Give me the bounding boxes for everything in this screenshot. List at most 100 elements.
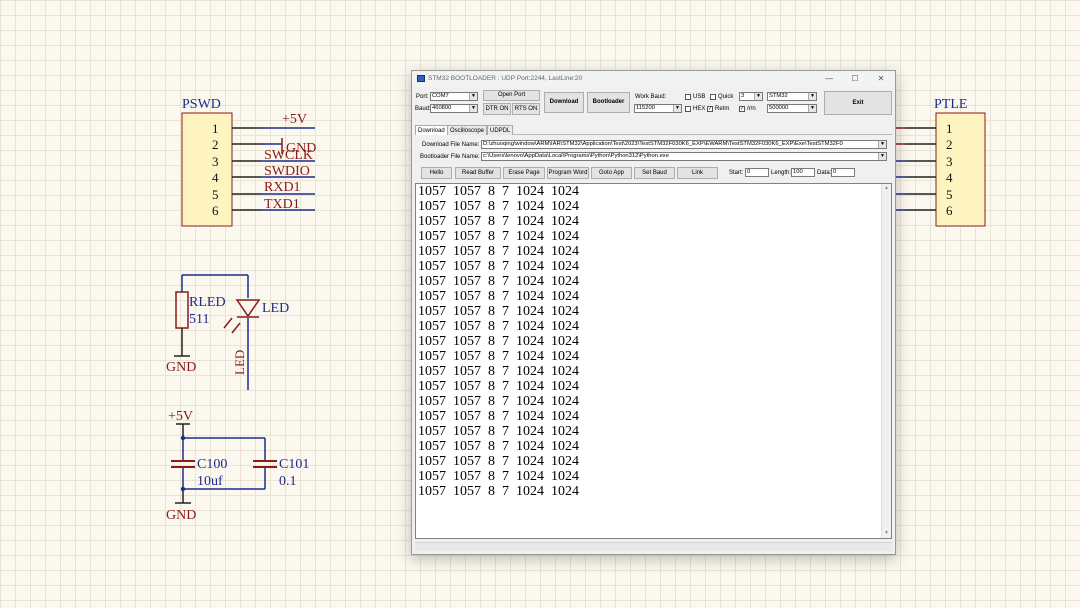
pswd-net-5v: +5V bbox=[282, 112, 307, 127]
quick-checkbox[interactable] bbox=[710, 94, 716, 100]
output-line: 1057 1057 8 7 1024 1024 bbox=[418, 349, 579, 364]
rts-on-button[interactable]: RTS ON bbox=[512, 103, 540, 115]
hello-button[interactable]: Hello bbox=[421, 167, 452, 179]
hex-label: HEX bbox=[693, 106, 706, 112]
output-line: 1057 1057 8 7 1024 1024 bbox=[418, 304, 579, 319]
work-baud-label: Work Baud: bbox=[635, 94, 667, 100]
chevron-down-icon: ▼ bbox=[878, 141, 886, 148]
minimize-button[interactable]: — bbox=[820, 73, 838, 85]
title-bar[interactable]: STM32 BOOTLOADER : UDP Port:2244, LastLi… bbox=[412, 71, 895, 87]
bootloader-window: STM32 BOOTLOADER : UDP Port:2244, LastLi… bbox=[411, 70, 896, 555]
goto-app-button[interactable]: Goto App bbox=[591, 167, 632, 179]
scroll-down-icon[interactable]: ▼ bbox=[882, 529, 891, 538]
dtr-on-button[interactable]: DTR ON bbox=[483, 103, 511, 115]
output-line: 1057 1057 8 7 1024 1024 bbox=[418, 214, 579, 229]
port-select[interactable]: COM7 ▼ bbox=[430, 92, 478, 101]
close-button[interactable]: ✕ bbox=[872, 73, 890, 85]
start-label: Start: bbox=[729, 170, 744, 176]
c101-ref: C101 bbox=[279, 457, 309, 472]
read-buffer-button[interactable]: Read Buffer bbox=[455, 167, 501, 179]
bootloader-file-value: c:\Users\lenovo\AppData\Local\Programs\P… bbox=[483, 153, 669, 159]
chip-select-value: STM32 bbox=[769, 93, 788, 99]
chevron-down-icon: ▼ bbox=[808, 105, 816, 112]
download-file-value: D:\zhuoqing\window\ARM\IAR\STM32\Applica… bbox=[483, 141, 843, 147]
pswd-pin-leads bbox=[232, 127, 262, 211]
output-line: 1057 1057 8 7 1024 1024 bbox=[418, 409, 579, 424]
ptle-connector-body bbox=[935, 112, 986, 227]
led-diode-symbol bbox=[223, 299, 261, 334]
tab-udpdl[interactable]: UDPDL bbox=[487, 125, 514, 135]
start-field[interactable]: 0 bbox=[745, 168, 769, 177]
output-line: 1057 1057 8 7 1024 1024 bbox=[418, 199, 579, 214]
pswd-net-rxd1: RXD1 bbox=[264, 180, 301, 195]
hex-checkbox[interactable] bbox=[685, 106, 691, 112]
quick-select[interactable]: 3 ▼ bbox=[739, 92, 763, 101]
data-field[interactable]: 0 bbox=[831, 168, 855, 177]
chevron-down-icon: ▼ bbox=[469, 105, 477, 112]
c100-plates bbox=[171, 460, 195, 468]
download-file-label: Download File Name: bbox=[422, 142, 480, 148]
retm-label: Retm bbox=[715, 106, 730, 112]
rled-gnd-label: GND bbox=[166, 360, 196, 375]
ptle-title: PTLE bbox=[934, 97, 967, 112]
rled-ref: RLED bbox=[189, 295, 226, 310]
work-baud-value: 115200 bbox=[636, 105, 655, 111]
pswd-pin-1: 1 bbox=[212, 121, 219, 136]
vertical-scrollbar[interactable]: ▲ ▼ bbox=[881, 184, 891, 538]
erase-page-button[interactable]: Erase Page bbox=[503, 167, 545, 179]
exit-button[interactable]: Exit bbox=[824, 91, 892, 115]
output-line: 1057 1057 8 7 1024 1024 bbox=[418, 184, 579, 199]
output-line: 1057 1057 8 7 1024 1024 bbox=[418, 259, 579, 274]
led-ref: LED bbox=[262, 301, 289, 316]
retm-checkbox[interactable]: ✓ bbox=[707, 106, 713, 112]
bootloader-file-select[interactable]: c:\Users\lenovo\AppData\Local\Programs\P… bbox=[481, 152, 887, 161]
output-line: 1057 1057 8 7 1024 1024 bbox=[418, 364, 579, 379]
work-baud-select[interactable]: 115200 ▼ bbox=[634, 104, 682, 113]
pswd-title: PSWD bbox=[182, 97, 221, 112]
chip-select[interactable]: STM32 ▼ bbox=[767, 92, 817, 101]
output-line: 1057 1057 8 7 1024 1024 bbox=[418, 334, 579, 349]
output-line: 1057 1057 8 7 1024 1024 bbox=[418, 274, 579, 289]
c100-value: 10uf bbox=[197, 474, 223, 489]
baud-select[interactable]: 460800 ▼ bbox=[430, 104, 478, 113]
usb-label: USB bbox=[693, 94, 706, 100]
rate-select-value: 500000 bbox=[769, 105, 789, 111]
rn-label: /r/n bbox=[747, 106, 756, 112]
quick-select-value: 3 bbox=[741, 93, 745, 99]
program-word-button[interactable]: Program Word bbox=[547, 167, 589, 179]
rn-checkbox[interactable]: ✓ bbox=[739, 106, 745, 112]
window-title: STM32 BOOTLOADER : UDP Port:2244, LastLi… bbox=[428, 75, 583, 82]
pswd-net-swclk: SWCLK bbox=[264, 148, 313, 163]
scroll-up-icon[interactable]: ▲ bbox=[882, 184, 891, 193]
open-port-button[interactable]: Open Port bbox=[483, 90, 540, 101]
cap-junction-dot-top bbox=[180, 435, 186, 441]
ptle-pin-6: 6 bbox=[946, 203, 953, 218]
output-line: 1057 1057 8 7 1024 1024 bbox=[418, 229, 579, 244]
output-textarea[interactable]: 1057 1057 8 7 1024 1024 1057 1057 8 7 102… bbox=[415, 183, 892, 539]
rate-select[interactable]: 500000 ▼ bbox=[767, 104, 817, 113]
ptle-pin-4: 4 bbox=[946, 170, 953, 185]
maximize-button[interactable]: ☐ bbox=[846, 73, 864, 85]
download-button[interactable]: Download bbox=[544, 92, 584, 113]
set-baud-button[interactable]: Set Baud bbox=[634, 167, 675, 179]
bootloader-button[interactable]: Bootloader bbox=[587, 92, 630, 113]
chevron-down-icon: ▼ bbox=[469, 93, 477, 100]
link-button[interactable]: Link bbox=[677, 167, 718, 179]
pswd-pin-3: 3 bbox=[212, 154, 219, 169]
ptle-pin-1: 1 bbox=[946, 121, 953, 136]
pswd-pin-5: 5 bbox=[212, 187, 219, 202]
tab-download[interactable]: Download bbox=[415, 125, 448, 135]
output-line: 1057 1057 8 7 1024 1024 bbox=[418, 394, 579, 409]
tab-oscilloscope[interactable]: Oscilloscope bbox=[447, 125, 488, 135]
download-file-select[interactable]: D:\zhuoqing\window\ARM\IAR\STM32\Applica… bbox=[481, 140, 887, 149]
port-label: Port: bbox=[416, 94, 429, 100]
cap-junction-dot bbox=[180, 486, 186, 492]
output-line: 1057 1057 8 7 1024 1024 bbox=[418, 484, 579, 499]
app-icon bbox=[417, 75, 425, 82]
pswd-connector-body bbox=[181, 112, 233, 227]
output-line: 1057 1057 8 7 1024 1024 bbox=[418, 469, 579, 484]
usb-checkbox[interactable] bbox=[685, 94, 691, 100]
ptle-pin-leads bbox=[905, 127, 936, 211]
c100-ref: C100 bbox=[197, 457, 227, 472]
length-field[interactable]: 100 bbox=[791, 168, 815, 177]
